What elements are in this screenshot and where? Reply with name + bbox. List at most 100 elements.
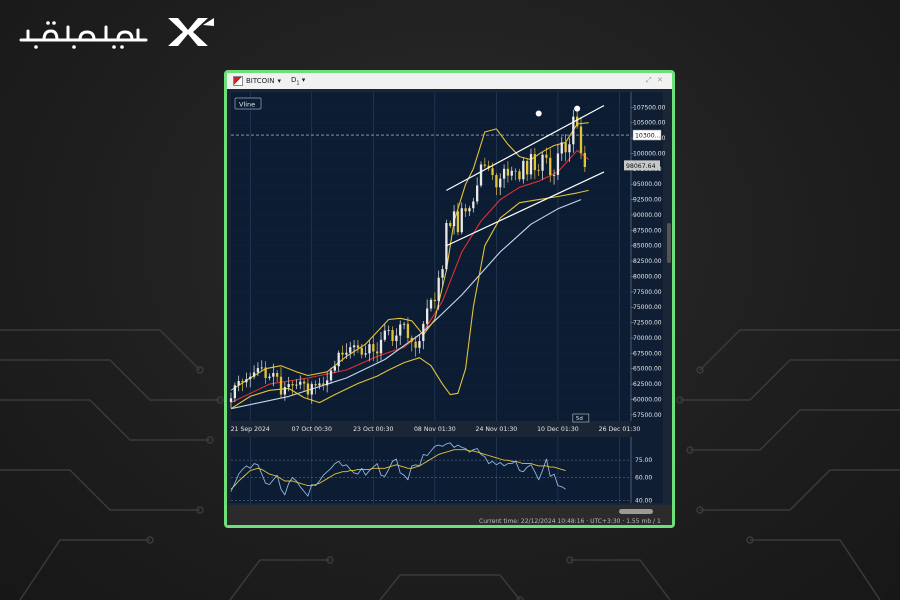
candle-body	[310, 384, 313, 395]
candle-body	[291, 384, 294, 386]
time-tick-label: 21 Sep 2024	[231, 426, 270, 433]
candle-body	[545, 154, 548, 158]
candle-body	[256, 368, 260, 373]
candle-body	[495, 175, 498, 188]
circuit-trace	[0, 329, 201, 371]
time-tick-label: 10 Dec 01:30	[537, 426, 579, 433]
candle-body	[445, 222, 448, 270]
candle-body	[452, 211, 456, 227]
vline-button-label: Vline	[239, 101, 255, 109]
time-tick-label: 26 Dec 01:30	[599, 426, 641, 433]
candle-body	[560, 142, 563, 154]
candle-body	[376, 351, 379, 354]
candle-body	[506, 168, 510, 176]
status-text: Current time: 22/12/2024 10:48:16 · UTC+…	[479, 518, 661, 525]
price-tick-label: 80000.00	[633, 273, 662, 280]
candle-body	[518, 171, 521, 180]
peak-dot-marker	[574, 105, 581, 112]
candle-body	[526, 160, 529, 175]
price-tick-label: 82500.00	[633, 258, 662, 265]
candle-body	[368, 344, 371, 354]
tiwbit-logo	[19, 18, 214, 49]
candle-body	[299, 381, 302, 385]
oscillator-pane	[231, 437, 631, 503]
candle-body	[237, 381, 240, 386]
price-tick-label: 92500.00	[633, 197, 662, 204]
price-tick-label: 62500.00	[633, 381, 662, 388]
candle-body	[383, 330, 386, 340]
candle-body	[241, 381, 244, 383]
status-bar: Current time: 22/12/2024 10:48:16 · UTC+…	[227, 505, 672, 525]
candle-body	[360, 347, 363, 355]
timeframe-selector[interactable]: D1 ▾	[291, 76, 305, 86]
candle-body	[410, 337, 413, 342]
candle-body	[441, 269, 444, 278]
candle-body	[414, 341, 417, 348]
candle-body	[283, 387, 286, 395]
circuit-trace	[700, 469, 900, 511]
candle-body	[437, 277, 440, 302]
candle-body	[468, 208, 471, 212]
chart-toolbar: BITCOIN ▾ D1 ▾ ⤢ ✕	[227, 73, 672, 89]
candle-body	[395, 335, 398, 342]
candle-body	[356, 345, 360, 348]
circuit-trace	[229, 559, 330, 600]
price-tick-label: 90000.00	[633, 212, 662, 219]
candle-body	[499, 178, 502, 188]
circuit-trace	[690, 409, 900, 451]
vertical-scrollbar[interactable]	[667, 223, 671, 263]
candle-body	[229, 398, 233, 402]
candle-body	[341, 352, 344, 355]
price-tick-label: 75000.00	[633, 304, 662, 311]
time-tick-label: 24 Nov 01:30	[476, 426, 518, 433]
candle-body	[352, 345, 356, 348]
candle-body	[502, 168, 506, 179]
price-chart[interactable]: 21 Sep 2024 07 Oct 00:30 23 Oct 00:30 08 No…	[227, 89, 672, 505]
current-price-label: 98067.64	[626, 163, 656, 170]
candle-body	[479, 164, 483, 186]
candle-body	[529, 154, 533, 175]
circuit-trace	[379, 574, 521, 600]
candle-body	[326, 380, 329, 386]
circuit-trace	[699, 329, 900, 371]
candle-body	[533, 154, 536, 171]
candle-body	[426, 308, 429, 324]
candle-body	[260, 367, 263, 369]
candle-body	[337, 352, 340, 367]
circuit-trace	[19, 539, 150, 600]
oscillator-tick-label: 40.00	[635, 498, 652, 505]
horizontal-scrollbar[interactable]	[619, 509, 653, 514]
candle-body	[422, 323, 425, 342]
price-tick-label: 67500.00	[633, 350, 662, 357]
candle-body	[483, 164, 486, 166]
candle-body	[333, 366, 336, 371]
candle-body	[295, 384, 298, 386]
candle-body	[579, 126, 583, 153]
candle-body	[345, 352, 348, 355]
time-tick-label: 07 Oct 00:30	[292, 426, 332, 433]
candle-body	[249, 376, 252, 380]
candle-body	[572, 116, 575, 145]
restore-window-icon[interactable]: ⤢	[646, 76, 652, 85]
candle-body	[552, 175, 556, 176]
candle-body	[576, 116, 579, 127]
candle-body	[406, 323, 410, 338]
candle-body	[537, 170, 540, 171]
circuit-trace	[750, 539, 881, 600]
price-tick-label: 57500.00	[633, 412, 662, 419]
chevron-down-icon: ▾	[301, 75, 306, 84]
oscillator-tick-label: 75.00	[635, 457, 652, 464]
circuit-trace	[0, 399, 210, 441]
candle-body	[349, 347, 352, 353]
candle-body	[402, 323, 406, 325]
price-tick-label: 107500.00	[633, 104, 666, 111]
level-price-label: 10300...	[635, 133, 661, 140]
candle-body	[429, 299, 433, 309]
candle-body	[433, 299, 436, 302]
symbol-selector[interactable]: BITCOIN ▾	[233, 76, 281, 86]
close-window-icon[interactable]: ✕	[657, 76, 663, 84]
instrument-flag-icon	[233, 76, 243, 86]
candle-body	[372, 344, 375, 352]
candle-body	[364, 353, 367, 355]
price-tick-label: 87500.00	[633, 227, 662, 234]
